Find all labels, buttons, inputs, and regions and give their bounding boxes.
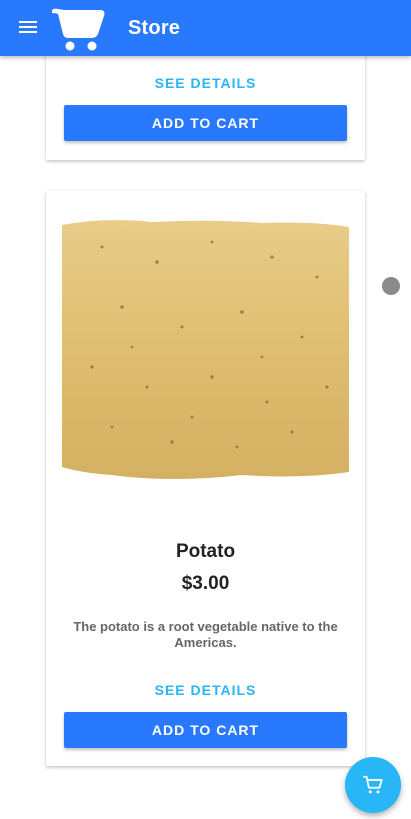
menu-button[interactable] [18,18,38,38]
see-details-link[interactable]: SEE DETAILS [46,75,365,91]
menu-line-icon [19,26,37,28]
menu-line-icon [19,21,37,23]
product-description: The potato is a root vegetable native to… [73,619,338,650]
app-title: Store [128,17,181,39]
add-to-cart-button[interactable]: ADD TO CART [64,105,347,141]
cart-logo-icon [52,8,105,51]
see-details-link[interactable]: SEE DETAILS [46,682,365,698]
app-bar: Store [0,0,411,56]
product-name: Potato [175,541,236,562]
cart-icon [362,775,383,794]
cart-fab-button[interactable] [345,757,401,813]
add-to-cart-button[interactable]: ADD TO CART [64,712,347,748]
menu-line-icon [19,31,37,33]
potato-image [62,220,349,480]
product-price: $3.00 [181,573,230,594]
product-card: Potato $3.00 The potato is a root vegeta… [46,191,365,766]
scroll-indicator[interactable] [382,277,400,295]
